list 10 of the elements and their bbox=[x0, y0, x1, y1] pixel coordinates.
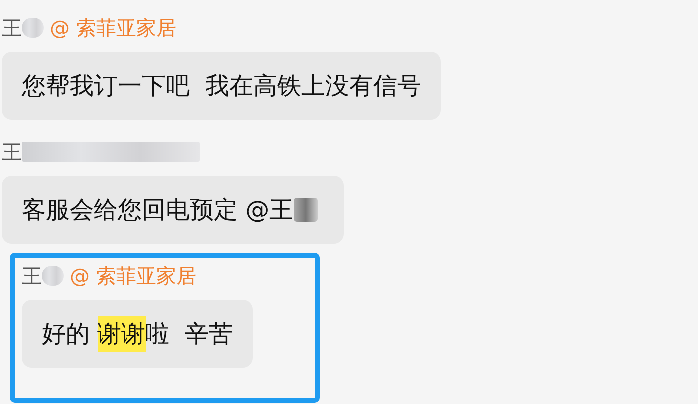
redaction-mark bbox=[42, 266, 64, 286]
message-bubble: 您帮我订一下吧 我在高铁上没有信号 bbox=[2, 52, 442, 120]
sender-name: 王 bbox=[22, 262, 42, 290]
redaction-mark bbox=[294, 198, 318, 222]
redaction-mark bbox=[22, 18, 44, 38]
mention-tag[interactable]: @ 索菲亚家居 bbox=[50, 14, 176, 42]
message-bubble: 客服会给您回电预定 @王 bbox=[2, 176, 344, 244]
mention-tag[interactable]: @ 索菲亚家居 bbox=[70, 262, 196, 290]
sender-name: 王 bbox=[2, 14, 22, 42]
sender-name: 王 bbox=[2, 138, 22, 166]
